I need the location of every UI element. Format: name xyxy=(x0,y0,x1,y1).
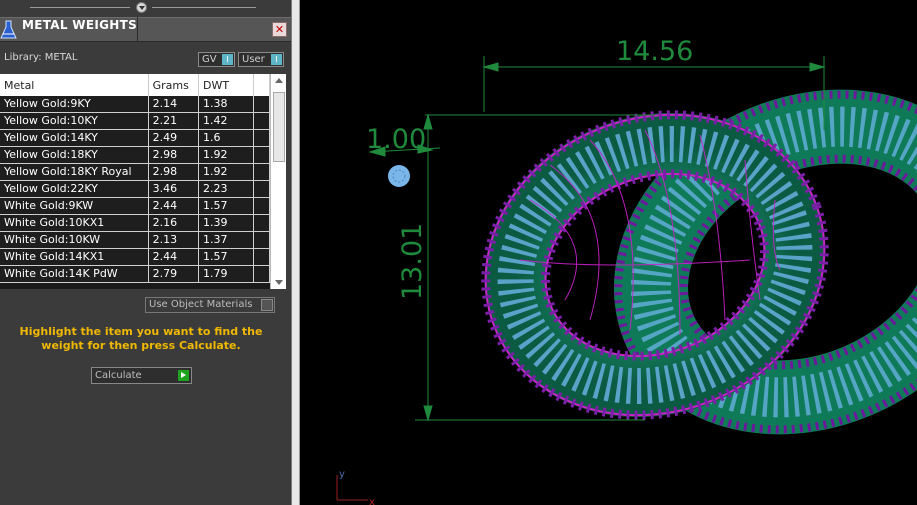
column-header-dwt[interactable]: DWT xyxy=(198,74,254,96)
cell-dwt: 1.79 xyxy=(198,265,254,283)
cell-filler xyxy=(253,146,271,164)
cell-metal: Yellow Gold:9KY xyxy=(0,96,149,113)
table-row[interactable]: White Gold:14KX1 2.44 1.57 xyxy=(0,248,271,266)
cell-grams: 2.13 xyxy=(148,231,200,249)
panel-splitter[interactable] xyxy=(291,0,300,505)
cell-metal: Yellow Gold:18KY Royal xyxy=(0,163,149,181)
cell-dwt: 1.37 xyxy=(198,231,254,249)
cell-filler xyxy=(253,197,271,215)
panel-title: METAL WEIGHTS xyxy=(22,18,138,32)
cell-grams: 2.79 xyxy=(148,265,200,283)
cell-filler xyxy=(253,265,271,283)
column-header-metal[interactable]: Metal xyxy=(0,74,149,96)
column-header-filler xyxy=(253,74,271,96)
cell-grams: 2.98 xyxy=(148,146,200,164)
cell-metal: Yellow Gold:22KY xyxy=(0,180,149,198)
dimension-stone: 1.00 xyxy=(366,124,426,155)
metal-table: Metal Grams DWT Yellow Gold:9KY 2.14 1.38 Y… xyxy=(0,74,286,289)
play-icon[interactable] xyxy=(178,370,189,381)
cell-filler xyxy=(253,129,271,147)
cell-filler xyxy=(253,231,271,249)
cell-metal: Yellow Gold:14KY xyxy=(0,129,149,147)
use-object-materials-checkbox[interactable]: Use Object Materials xyxy=(145,297,275,313)
checkbox-icon[interactable] xyxy=(261,299,273,311)
cell-filler xyxy=(253,180,271,198)
table-row[interactable]: White Gold:14K PdW 2.79 1.79 xyxy=(0,265,271,283)
library-label: Library: METAL xyxy=(4,52,78,63)
panel-titlebar: METAL WEIGHTS ✕ xyxy=(0,17,291,42)
dimension-height: 13.01 xyxy=(397,223,428,300)
stone-reference xyxy=(388,165,410,187)
cell-filler xyxy=(253,248,271,266)
table-header-row: Metal Grams DWT xyxy=(0,74,271,96)
dimension-width: 14.56 xyxy=(616,36,693,67)
scroll-up-icon[interactable] xyxy=(275,78,283,83)
scroll-down-icon[interactable] xyxy=(275,280,283,285)
cell-dwt: 1.92 xyxy=(198,163,254,181)
cell-dwt: 2.23 xyxy=(198,180,254,198)
gv-library-toggle[interactable]: GV I xyxy=(198,52,235,67)
cell-grams: 3.46 xyxy=(148,180,200,198)
metal-weights-panel: METAL WEIGHTS ✕ Library: METAL GV I User… xyxy=(0,0,291,505)
table-row[interactable]: White Gold:10KW 2.13 1.37 xyxy=(0,231,271,249)
instructions-text: Highlight the item you want to find the … xyxy=(19,325,263,352)
cell-grams: 2.14 xyxy=(148,96,200,113)
cell-metal: White Gold:14K PdW xyxy=(0,265,149,283)
grip-line-left xyxy=(30,7,130,8)
close-icon[interactable]: ✕ xyxy=(272,22,287,37)
toggle-icon: I xyxy=(222,54,233,65)
table-scrollbar[interactable] xyxy=(270,74,286,289)
cell-filler xyxy=(253,214,271,232)
cell-filler xyxy=(253,96,271,113)
table-row[interactable]: Yellow Gold:18KY 2.98 1.92 xyxy=(0,146,271,164)
cell-grams: 2.16 xyxy=(148,214,200,232)
table-row[interactable]: Yellow Gold:22KY 3.46 2.23 xyxy=(0,180,271,198)
user-library-toggle[interactable]: User I xyxy=(238,52,284,67)
cell-metal: White Gold:9KW xyxy=(0,197,149,215)
cell-filler xyxy=(253,163,271,181)
cell-dwt: 1.6 xyxy=(198,129,254,147)
chevron-down-icon[interactable] xyxy=(136,2,147,13)
scroll-thumb[interactable] xyxy=(273,92,285,162)
cell-dwt: 1.57 xyxy=(198,197,254,215)
cell-grams: 2.98 xyxy=(148,163,200,181)
gv-label: GV xyxy=(202,54,217,65)
table-row[interactable]: White Gold:9KW 2.44 1.57 xyxy=(0,197,271,215)
cell-dwt: 1.57 xyxy=(198,248,254,266)
cell-dwt: 1.38 xyxy=(198,96,254,113)
use-object-materials-label: Use Object Materials xyxy=(149,299,253,310)
cell-metal: White Gold:10KX1 xyxy=(0,214,149,232)
cell-grams: 2.49 xyxy=(148,129,200,147)
table-row[interactable]: White Gold:10KX1 2.16 1.39 xyxy=(0,214,271,232)
cell-grams: 2.44 xyxy=(148,248,200,266)
cad-viewport[interactable]: 14.56 1.00 13.01 y x xyxy=(300,0,917,505)
cell-grams: 2.44 xyxy=(148,197,200,215)
cell-grams: 2.21 xyxy=(148,112,200,130)
grip-line-right xyxy=(152,7,256,8)
table-row[interactable]: Yellow Gold:9KY 2.14 1.38 xyxy=(0,96,271,113)
calculate-button[interactable]: Calculate xyxy=(91,367,192,384)
cell-dwt: 1.42 xyxy=(198,112,254,130)
calculate-label: Calculate xyxy=(95,370,142,381)
cell-metal: Yellow Gold:18KY xyxy=(0,146,149,164)
table-row[interactable]: Yellow Gold:10KY 2.21 1.42 xyxy=(0,112,271,130)
cell-metal: White Gold:14KX1 xyxy=(0,248,149,266)
flask-icon xyxy=(0,20,17,39)
viewport-canvas: 14.56 1.00 13.01 y x xyxy=(336,36,917,505)
cell-dwt: 1.39 xyxy=(198,214,254,232)
cell-dwt: 1.92 xyxy=(198,146,254,164)
toggle-icon: I xyxy=(271,54,282,65)
cell-metal: White Gold:10KW xyxy=(0,231,149,249)
table-row[interactable]: Yellow Gold:14KY 2.49 1.6 xyxy=(0,129,271,147)
chain-link-right xyxy=(613,89,917,435)
user-label: User xyxy=(242,54,265,65)
axis-y-label: y xyxy=(339,469,345,480)
table-row[interactable]: Yellow Gold:18KY Royal 2.98 1.92 xyxy=(0,163,271,181)
cell-filler xyxy=(253,112,271,130)
cell-metal: Yellow Gold:10KY xyxy=(0,112,149,130)
column-header-grams[interactable]: Grams xyxy=(148,74,200,96)
axis-x-label: x xyxy=(369,497,375,505)
